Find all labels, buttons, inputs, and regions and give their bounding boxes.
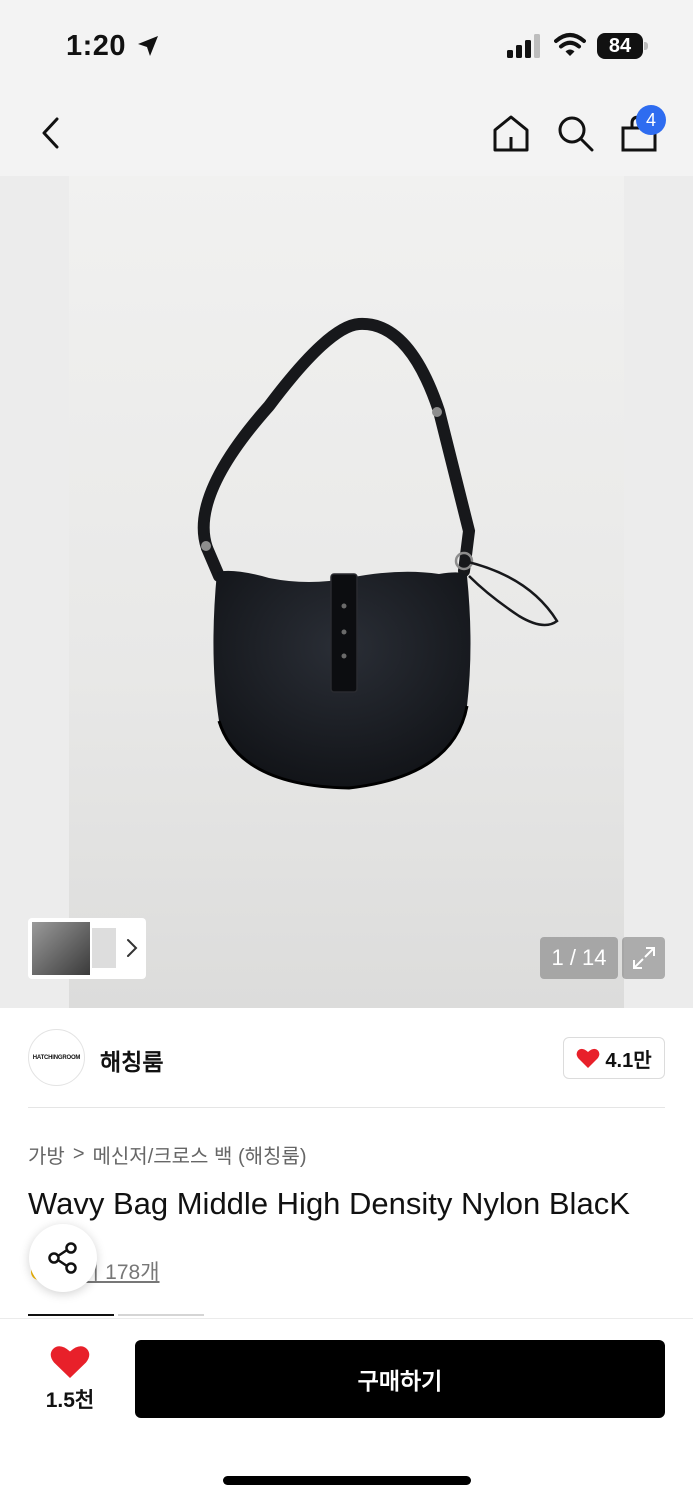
heart-icon xyxy=(577,1048,600,1068)
share-button[interactable] xyxy=(29,1224,97,1292)
location-arrow-icon xyxy=(138,36,158,56)
product-title: Wavy Bag Middle High Density Nylon BlacK xyxy=(28,1186,630,1221)
breadcrumb-category[interactable]: 가방 xyxy=(28,1140,65,1169)
chevron-right-icon xyxy=(127,939,138,957)
home-button[interactable] xyxy=(488,110,534,156)
expand-button[interactable] xyxy=(622,937,665,979)
brand-logo-text: HATCHINGROOM xyxy=(32,1054,81,1061)
thumbnail-image[interactable] xyxy=(32,922,90,975)
buy-button[interactable]: 구매하기 xyxy=(135,1340,665,1418)
brand-like-button[interactable]: 4.1만 xyxy=(563,1037,665,1079)
wifi-icon xyxy=(554,33,586,56)
battery-icon: 84 xyxy=(597,33,649,59)
product-gallery[interactable]: 1 / 14 xyxy=(0,176,693,1008)
battery-level: 84 xyxy=(597,33,643,59)
breadcrumb: 가방 > 메신저/크로스 백 (해칭룸) xyxy=(28,1140,307,1169)
divider xyxy=(28,1107,665,1108)
brand-like-count: 4.1만 xyxy=(605,1049,652,1072)
status-bar: 1:20 84 xyxy=(0,0,693,92)
search-icon xyxy=(558,116,594,152)
share-icon xyxy=(48,1242,77,1274)
status-time: 1:20 xyxy=(66,30,127,62)
wishlist-heart-icon[interactable] xyxy=(50,1344,90,1380)
image-counter: 1 / 14 xyxy=(540,937,618,979)
top-nav xyxy=(0,92,693,176)
thumbnail-image[interactable] xyxy=(92,928,116,968)
home-indicator xyxy=(223,1476,471,1485)
breadcrumb-subcategory[interactable]: 메신저/크로스 백 (해칭룸) xyxy=(93,1140,307,1169)
breadcrumb-separator: > xyxy=(72,1143,85,1165)
brand-name[interactable]: 해칭룸 xyxy=(100,1043,163,1077)
expand-icon xyxy=(632,947,655,969)
thumbnail-strip[interactable] xyxy=(28,918,146,979)
brand-logo[interactable]: HATCHINGROOM xyxy=(28,1029,85,1086)
back-button[interactable] xyxy=(28,110,74,156)
cart-count-badge: 4 xyxy=(636,105,666,135)
bag-image xyxy=(197,317,559,790)
signal-icon xyxy=(507,34,540,58)
wishlist-count: 1.5천 xyxy=(45,1389,95,1412)
home-icon xyxy=(493,115,529,152)
chevron-left-icon xyxy=(42,117,59,149)
search-button[interactable] xyxy=(552,110,598,156)
